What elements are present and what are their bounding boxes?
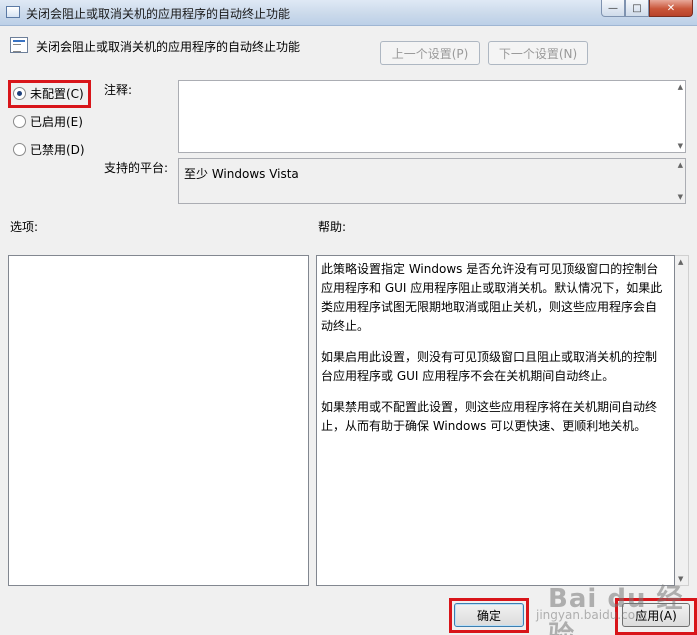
help-pane: 此策略设置指定 Windows 是否允许没有可见顶级窗口的控制台应用程序和 GU…: [316, 255, 675, 586]
scroll-down-icon[interactable]: ▼: [678, 142, 683, 150]
scroll-up-icon[interactable]: ▲: [678, 258, 683, 266]
platform-field: 至少 Windows Vista ▲ ▼: [178, 158, 686, 204]
help-paragraph: 如果启用此设置，则没有可见顶级窗口且阻止或取消关机的控制台应用程序或 GUI 应…: [321, 350, 658, 383]
options-pane: [8, 255, 309, 586]
radio-disabled[interactable]: 已禁用(D): [13, 141, 85, 158]
radio-dot-icon[interactable]: [13, 143, 26, 156]
title-bar[interactable]: 关闭会阻止或取消关机的应用程序的自动终止功能 — □ ✕: [0, 0, 697, 26]
minimize-button[interactable]: —: [601, 0, 625, 17]
scroll-down-icon[interactable]: ▼: [678, 193, 683, 201]
help-paragraph: 此策略设置指定 Windows 是否允许没有可见顶级窗口的控制台应用程序和 GU…: [321, 262, 663, 333]
policy-title: 关闭会阻止或取消关机的应用程序的自动终止功能: [36, 40, 301, 54]
radio-label: 已禁用(D): [30, 143, 85, 157]
highlight-box-apply: [615, 598, 697, 635]
platform-value: 至少 Windows Vista: [184, 167, 299, 181]
highlight-box-not-configured: [8, 80, 91, 108]
app-icon: [6, 6, 20, 18]
window-controls: — □ ✕: [601, 0, 693, 19]
maximize-button[interactable]: □: [625, 0, 649, 17]
comment-scrollbar[interactable]: ▲ ▼: [673, 81, 685, 152]
platform-label: 支持的平台:: [104, 161, 169, 175]
highlight-box-ok: [449, 598, 529, 633]
policy-dialog: 关闭会阻止或取消关机的应用程序的自动终止功能 — □ ✕ 关闭会阻止或取消关机的…: [0, 0, 697, 635]
options-label: 选项:: [10, 220, 39, 234]
scroll-up-icon[interactable]: ▲: [678, 83, 683, 91]
radio-label: 已启用(E): [30, 115, 83, 129]
window-title: 关闭会阻止或取消关机的应用程序的自动终止功能: [26, 7, 291, 21]
previous-setting-button[interactable]: 上一个设置(P): [380, 41, 480, 65]
radio-dot-icon[interactable]: [13, 115, 26, 128]
comment-label: 注释:: [104, 83, 133, 97]
close-button[interactable]: ✕: [649, 0, 693, 17]
next-setting-button[interactable]: 下一个设置(N): [488, 41, 588, 65]
radio-enabled[interactable]: 已启用(E): [13, 113, 83, 130]
scroll-down-icon[interactable]: ▼: [678, 575, 683, 583]
help-scrollbar[interactable]: ▲ ▼: [675, 255, 689, 586]
help-paragraph: 如果禁用或不配置此设置，则这些应用程序将在关机期间自动终止，从而有助于确保 Wi…: [321, 400, 658, 433]
comment-textarea[interactable]: ▲ ▼: [178, 80, 686, 153]
platform-scrollbar[interactable]: ▲ ▼: [673, 159, 685, 203]
help-label: 帮助:: [318, 220, 347, 234]
scroll-up-icon[interactable]: ▲: [678, 161, 683, 169]
policy-setting-icon: [10, 37, 28, 53]
